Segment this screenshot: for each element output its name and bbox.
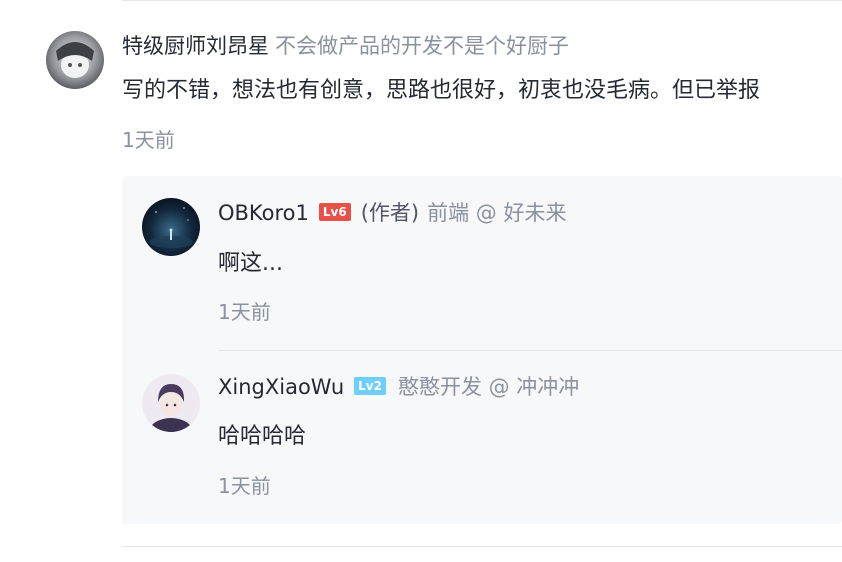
username[interactable]: 特级厨师刘昂星 — [122, 34, 269, 58]
avatar[interactable] — [142, 198, 200, 256]
author-line: XingXiaoWu Lv2 憨憨开发 @ 冲冲冲 — [218, 372, 579, 402]
top-divider — [122, 0, 842, 1]
comment-time: 1天前 — [122, 128, 175, 152]
level-badge[interactable]: Lv2 — [354, 377, 386, 395]
comment-content: 写的不错，想法也有创意，思路也很好，初衷也没毛病。但已举报 — [122, 78, 761, 103]
avatar[interactable] — [142, 374, 200, 432]
reply-divider — [218, 350, 842, 351]
reply-time: 1天前 — [218, 300, 271, 324]
reply-list: OBKoro1 Lv6 (作者) 前端 @ 好未来 啊这... 1天前 XingXia… — [122, 176, 842, 524]
reply-content: 啊这... — [218, 251, 283, 276]
author-tag: (作者) — [360, 201, 420, 225]
avatar-image — [46, 31, 104, 89]
reply-time: 1天前 — [218, 474, 271, 498]
user-description: 前端 @ 好未来 — [427, 201, 567, 225]
reply-content: 哈哈哈哈 — [218, 424, 307, 449]
user-description: 不会做产品的开发不是个好厨子 — [275, 34, 569, 58]
username[interactable]: OBKoro1 — [218, 201, 309, 225]
bottom-divider — [122, 546, 842, 547]
author-line: OBKoro1 Lv6 (作者) 前端 @ 好未来 — [218, 198, 566, 228]
avatar-image — [142, 198, 200, 256]
username[interactable]: XingXiaoWu — [218, 375, 344, 399]
level-badge[interactable]: Lv6 — [318, 203, 351, 221]
avatar-image — [142, 374, 200, 432]
user-description: 憨憨开发 @ 冲冲冲 — [397, 375, 580, 399]
avatar[interactable] — [46, 31, 104, 89]
author-line: 特级厨师刘昂星 不会做产品的开发不是个好厨子 — [122, 31, 569, 61]
